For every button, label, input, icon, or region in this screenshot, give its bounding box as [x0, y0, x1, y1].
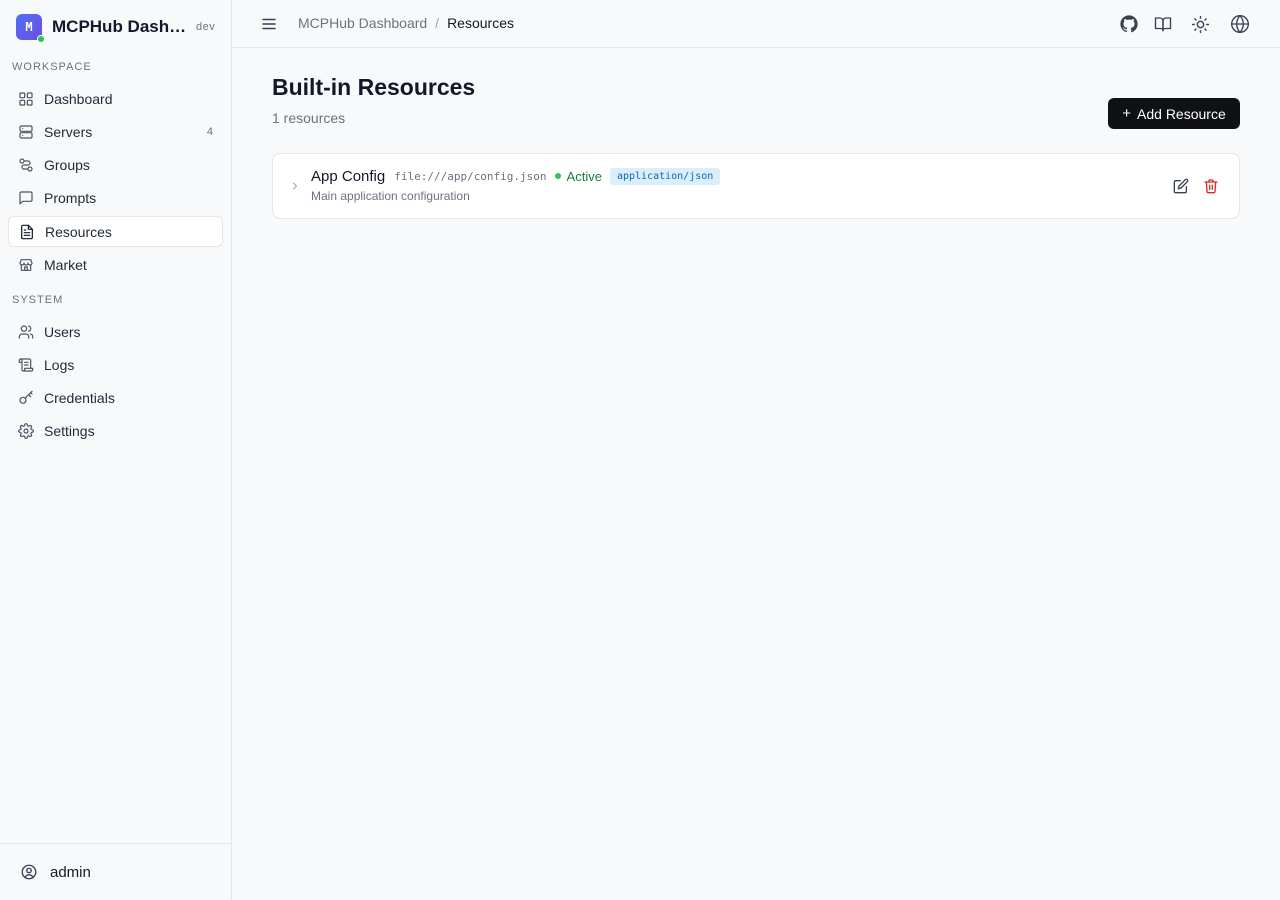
message-icon — [19, 190, 33, 205]
sidebar-item-users[interactable]: Users — [8, 316, 223, 347]
user-icon — [21, 864, 37, 880]
sidebar-item-label: Groups — [44, 156, 90, 173]
plus-icon: + — [1122, 105, 1132, 122]
scroll-icon — [18, 357, 34, 372]
app-logo: M — [16, 14, 45, 43]
sidebar-item-label: Credentials — [44, 389, 115, 406]
sidebar-item-logs[interactable]: Logs — [8, 349, 223, 380]
sidebar-item-label: Settings — [44, 422, 95, 439]
key-icon — [19, 390, 33, 404]
sidebar-item-prompts[interactable]: Prompts — [8, 182, 223, 213]
sidebar-item-resources[interactable]: Resources — [8, 216, 223, 247]
resource-name: App Config — [311, 167, 386, 185]
user-menu[interactable]: admin — [0, 843, 231, 900]
sidebar-item-market[interactable]: Market — [8, 249, 223, 280]
sidebar-item-label: Resources — [45, 223, 112, 240]
sidebar-item-label: Servers — [44, 123, 93, 140]
sidebar-item-credentials[interactable]: Credentials — [8, 382, 223, 413]
server-icon — [19, 124, 33, 139]
resource-card[interactable]: App Config file:///app/config.json Activ… — [272, 153, 1240, 219]
file-text-icon — [21, 224, 33, 239]
sidebar-item-settings[interactable]: Settings — [8, 415, 223, 446]
app-name: MCPHub Dashboard — [52, 17, 188, 36]
resource-count: 1 resources — [272, 110, 346, 126]
chevron-right-icon[interactable] — [289, 180, 301, 192]
breadcrumb-root[interactable]: MCPHub Dashboard — [298, 15, 427, 31]
mime-type-badge: application/json — [609, 167, 721, 185]
github-icon[interactable] — [1118, 13, 1140, 35]
add-resource-label: Add Resource — [1137, 105, 1226, 122]
gear-icon — [18, 422, 34, 439]
book-icon[interactable] — [1152, 13, 1174, 35]
sun-icon[interactable] — [1189, 13, 1211, 35]
sidebar-item-servers[interactable]: Servers 4 — [8, 116, 223, 147]
resource-uri: file:///app/config.json — [394, 169, 547, 183]
store-icon — [19, 258, 33, 271]
top-bar: MCPHub Dashboard / Resources — [232, 0, 1280, 48]
system-section-label: System — [12, 294, 64, 306]
sidebar-item-groups[interactable]: Groups — [8, 149, 223, 180]
user-name: admin — [50, 863, 91, 881]
sidebar-item-dashboard[interactable]: Dashboard — [8, 83, 223, 114]
servers-count-badge: 4 — [206, 125, 213, 138]
status-dot — [554, 173, 561, 179]
menu-icon[interactable] — [260, 15, 278, 33]
status-label: Active — [566, 168, 602, 184]
edit-icon[interactable] — [1173, 178, 1189, 194]
status-badge: Active — [554, 168, 602, 184]
breadcrumb: MCPHub Dashboard / Resources — [298, 15, 514, 31]
resource-header-row: App Config file:///app/config.json Activ… — [311, 166, 721, 186]
sidebar-item-label: Prompts — [44, 189, 97, 206]
page-title: Built-in Resources — [272, 74, 476, 100]
logo-letter: M — [25, 20, 33, 34]
breadcrumb-separator: / — [435, 15, 440, 31]
users-icon — [18, 324, 34, 339]
sidebar: M MCPHub Dashboard dev Workspace Dashboa… — [0, 0, 232, 900]
env-badge: dev — [196, 21, 216, 33]
globe-icon[interactable] — [1229, 13, 1251, 35]
sidebar-item-label: Users — [44, 323, 81, 340]
add-resource-button[interactable]: + Add Resource — [1108, 98, 1240, 129]
groups-icon — [19, 157, 33, 172]
online-indicator — [37, 35, 45, 43]
brand[interactable]: M MCPHub Dashboard dev — [16, 13, 226, 43]
trash-icon[interactable] — [1203, 178, 1219, 194]
workspace-section-label: Workspace — [12, 61, 92, 73]
grid-icon — [19, 91, 33, 106]
sidebar-item-label: Dashboard — [44, 90, 113, 107]
resource-description: Main application configuration — [311, 189, 470, 203]
sidebar-item-label: Logs — [44, 356, 75, 373]
breadcrumb-current: Resources — [447, 15, 514, 31]
sidebar-item-label: Market — [44, 256, 87, 273]
